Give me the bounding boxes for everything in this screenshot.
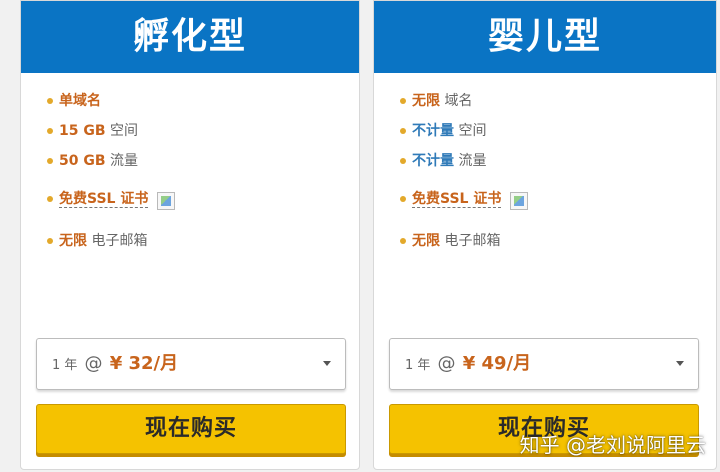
feature-space: 不计量 空间	[400, 121, 716, 151]
bullet-icon	[400, 128, 406, 134]
feature-traffic: 不计量 流量	[400, 151, 716, 181]
feature-list: 无限 域名 不计量 空间 不计量 流量 免费SSL 证书 无限 电子邮箱	[374, 73, 716, 261]
chevron-down-icon	[323, 361, 331, 366]
plan-title: 孵化型	[21, 1, 359, 73]
plan-card-incubator: 孵化型 单域名 15 GB 空间 50 GB 流量 免费SSL 证书 无限 电子…	[20, 0, 360, 470]
plan-card-baby: 婴儿型 无限 域名 不计量 空间 不计量 流量 免费SSL 证书 无限 电子邮箱	[373, 0, 717, 470]
feature-list: 单域名 15 GB 空间 50 GB 流量 免费SSL 证书 无限 电子邮箱	[21, 73, 359, 261]
feature-traffic: 50 GB 流量	[47, 151, 359, 181]
buy-now-button[interactable]: 现在购买	[36, 404, 346, 454]
term-select[interactable]: 1 年 @ ¥ 32/月	[36, 338, 346, 390]
price-label: ¥ 32/月	[109, 353, 179, 374]
feature-ssl: 免费SSL 证书	[47, 189, 359, 231]
ssl-tooltip-link[interactable]: 免费SSL 证书	[59, 191, 149, 208]
broken-image-icon	[156, 192, 175, 210]
at-sign: @	[84, 353, 103, 374]
feature-domain: 无限 域名	[400, 91, 716, 121]
feature-domain: 单域名	[47, 91, 359, 121]
ssl-tooltip-link[interactable]: 免费SSL 证书	[412, 191, 502, 208]
feature-email: 无限 电子邮箱	[400, 231, 716, 261]
at-sign: @	[437, 353, 456, 374]
bullet-icon	[400, 238, 406, 244]
bullet-icon	[47, 128, 53, 134]
bullet-icon	[47, 98, 53, 104]
term-label: 1 年	[405, 358, 431, 373]
feature-email: 无限 电子邮箱	[47, 231, 359, 261]
price-label: ¥ 49/月	[462, 353, 532, 374]
bullet-icon	[47, 238, 53, 244]
term-label: 1 年	[52, 358, 78, 373]
bullet-icon	[47, 158, 53, 164]
bullet-icon	[47, 196, 53, 202]
bullet-icon	[400, 196, 406, 202]
plan-title: 婴儿型	[374, 1, 716, 73]
chevron-down-icon	[676, 361, 684, 366]
bullet-icon	[400, 158, 406, 164]
broken-image-icon	[509, 192, 528, 210]
term-select[interactable]: 1 年 @ ¥ 49/月	[389, 338, 699, 390]
feature-space: 15 GB 空间	[47, 121, 359, 151]
bullet-icon	[400, 98, 406, 104]
zhihu-watermark: 知乎 @老刘说阿里云	[519, 433, 706, 457]
feature-ssl: 免费SSL 证书	[400, 189, 716, 231]
